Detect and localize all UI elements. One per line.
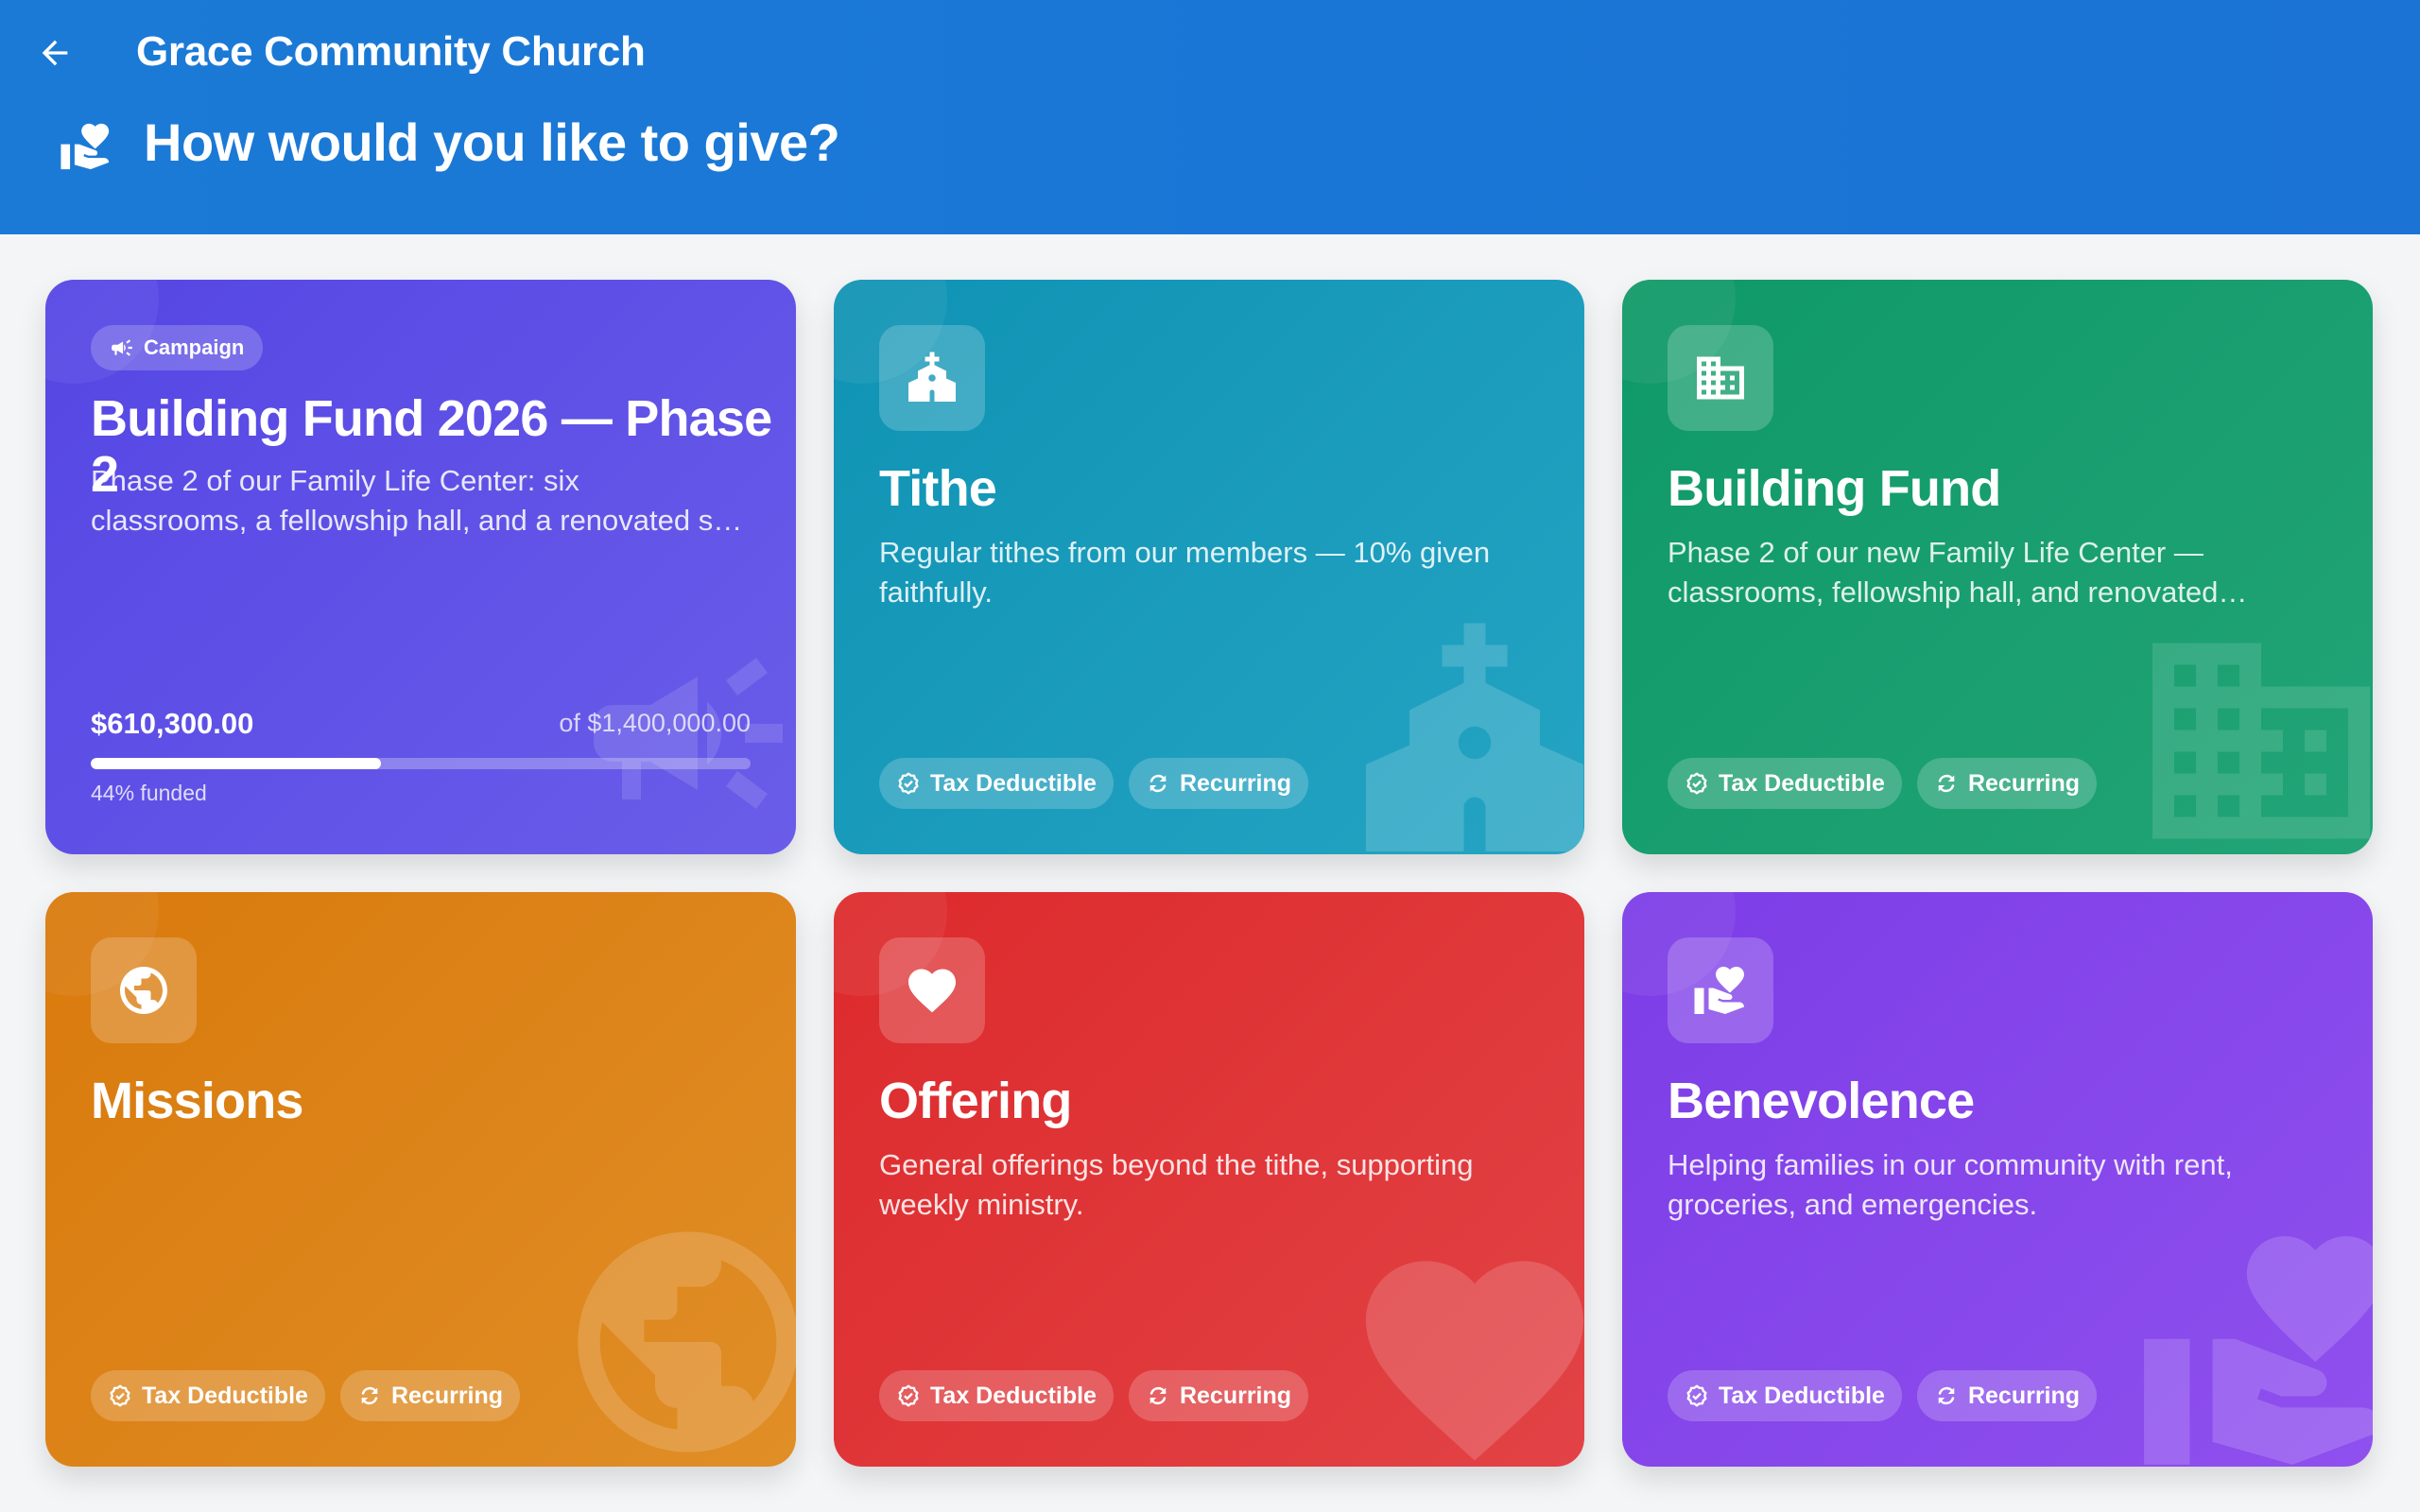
recurring-icon: [1146, 771, 1170, 796]
church-icon: [904, 350, 960, 406]
icon-tile: [1668, 937, 1773, 1043]
verified-icon: [1685, 1383, 1709, 1408]
chip-label: Recurring: [1179, 769, 1292, 797]
funded-percent-label: 44% funded: [91, 781, 207, 805]
card-title: Building Fund: [1668, 460, 2001, 517]
campaign-badge-label: Campaign: [144, 335, 245, 359]
icon-tile: [879, 325, 985, 431]
campaign-badge: Campaign: [91, 325, 264, 370]
funding-progress-fill: [91, 758, 382, 769]
megaphone-icon: [110, 335, 134, 360]
volunteer-hand-heart-icon: [1692, 962, 1749, 1019]
card-title: Tithe: [879, 460, 997, 517]
giving-card-benevolence[interactable]: Benevolence Helping families in our comm…: [1622, 892, 2373, 1467]
chip-label: Tax Deductible: [930, 1382, 1097, 1409]
recurring-chip: Recurring: [1916, 758, 2098, 809]
chip-label: Tax Deductible: [930, 769, 1097, 797]
icon-tile: [879, 937, 985, 1043]
giving-card-offering[interactable]: Offering General offerings beyond the ti…: [834, 892, 1584, 1467]
globe-icon: [115, 962, 172, 1019]
app-title: Grace Community Church: [136, 28, 646, 75]
giving-card-building-fund[interactable]: Building Fund Phase 2 of our new Family …: [1622, 280, 2373, 854]
campaign-goal: of $1,400,000.00: [559, 709, 751, 737]
recurring-chip: Recurring: [1128, 758, 1309, 809]
verified-icon: [896, 771, 921, 796]
card-chips: Tax Deductible Recurring: [1668, 758, 2098, 809]
recurring-icon: [357, 1383, 382, 1408]
page-heading: How would you like to give?: [144, 112, 840, 172]
icon-tile: [1668, 325, 1773, 431]
app-bar: Grace Community Church How would you lik…: [0, 0, 2420, 234]
card-title: Missions: [91, 1073, 303, 1129]
campaign-description-line-1: Phase 2 of our Family Life Center: six: [91, 464, 579, 497]
recurring-icon: [1934, 771, 1959, 796]
giving-card-missions[interactable]: Missions Tax Deductible Recurring: [45, 892, 796, 1467]
heart-icon: [904, 962, 960, 1019]
card-chips: Tax Deductible Recurring: [91, 1370, 521, 1421]
chip-label: Recurring: [390, 1382, 504, 1409]
icon-tile: [91, 937, 197, 1043]
card-description: Helping families in our community with r…: [1668, 1148, 2233, 1221]
card-description: General offerings beyond the tithe, supp…: [879, 1148, 1474, 1221]
verified-icon: [896, 1383, 921, 1408]
globe-bg-icon: [556, 1210, 796, 1467]
amount-raised: $610,300.00: [91, 707, 254, 740]
recurring-chip: Recurring: [339, 1370, 521, 1421]
giving-options-grid: Campaign Building Fund 2026 — Phase 2 Ph…: [45, 280, 2373, 1467]
card-chips: Tax Deductible Recurring: [879, 758, 1309, 809]
verified-icon: [1685, 771, 1709, 796]
card-chips: Tax Deductible Recurring: [879, 1370, 1309, 1421]
card-chips: Tax Deductible Recurring: [1668, 1370, 2098, 1421]
recurring-chip: Recurring: [1128, 1370, 1309, 1421]
arrow-back-icon: [42, 40, 68, 66]
giving-card-tithe[interactable]: Tithe Regular tithes from our members — …: [834, 280, 1584, 854]
tax-deductible-chip: Tax Deductible: [879, 1370, 1114, 1421]
building-icon: [1692, 350, 1749, 406]
building-bg-icon: [2131, 610, 2373, 854]
heart-bg-icon: [1344, 1228, 1584, 1467]
back-button[interactable]: [28, 26, 81, 79]
tax-deductible-chip: Tax Deductible: [1668, 1370, 1902, 1421]
volunteer-hand-heart-icon: [59, 119, 113, 174]
card-description: Regular tithes from our members — 10% gi…: [879, 536, 1491, 609]
funding-progress-bar: [91, 758, 751, 769]
card-description: Phase 2 of our new Family Life Center — …: [1668, 536, 2219, 609]
tax-deductible-chip: Tax Deductible: [879, 758, 1114, 809]
recurring-chip: Recurring: [1916, 1370, 2098, 1421]
chip-label: Recurring: [1967, 1382, 2081, 1409]
church-bg-icon: [1344, 612, 1584, 854]
verified-icon: [108, 1383, 132, 1408]
card-title: Benevolence: [1668, 1073, 1975, 1129]
campaign-description: Phase 2 of our Family Life Center: six c…: [91, 461, 752, 541]
recurring-icon: [1146, 1383, 1170, 1408]
tax-deductible-chip: Tax Deductible: [1668, 758, 1902, 809]
campaign-card[interactable]: Campaign Building Fund 2026 — Phase 2 Ph…: [45, 280, 796, 854]
recurring-icon: [1934, 1383, 1959, 1408]
campaign-description-line-2: classrooms, a fellowship hall, and a ren…: [91, 504, 752, 537]
chip-label: Tax Deductible: [142, 1382, 308, 1409]
chip-label: Recurring: [1967, 769, 2081, 797]
chip-label: Tax Deductible: [1719, 769, 1885, 797]
tax-deductible-chip: Tax Deductible: [91, 1370, 325, 1421]
card-title: Offering: [879, 1073, 1072, 1129]
chip-label: Recurring: [1179, 1382, 1292, 1409]
chip-label: Tax Deductible: [1719, 1382, 1885, 1409]
volunteer-bg-icon: [2133, 1213, 2373, 1467]
